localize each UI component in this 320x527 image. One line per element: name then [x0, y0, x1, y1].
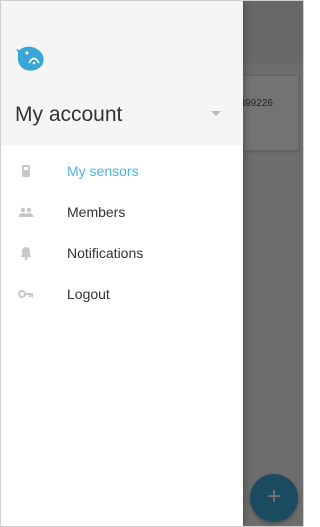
bell-icon [20, 247, 32, 260]
sensor-icon [22, 165, 30, 177]
drawer-header: My account [1, 1, 243, 145]
app-frame: 0399226 + My account [0, 0, 304, 527]
drawer-menu: My sensors Members Notifications Logout [1, 151, 243, 315]
menu-item-label: Notifications [67, 245, 144, 261]
account-title: My account [15, 103, 123, 126]
account-selector[interactable]: My account [15, 99, 229, 135]
menu-item-members[interactable]: Members [1, 192, 243, 233]
menu-item-logout[interactable]: Logout [1, 274, 243, 315]
menu-item-label: Members [67, 204, 126, 220]
people-icon [18, 207, 34, 217]
key-icon [18, 290, 33, 298]
menu-item-notifications[interactable]: Notifications [1, 233, 243, 274]
menu-item-my-sensors[interactable]: My sensors [1, 151, 243, 192]
bird-wifi-logo-icon [16, 46, 44, 71]
navigation-drawer: My account My sensors Members Notificati… [1, 1, 243, 526]
menu-item-label: My sensors [67, 163, 139, 179]
chevron-down-icon [211, 111, 221, 116]
menu-item-label: Logout [67, 286, 110, 302]
